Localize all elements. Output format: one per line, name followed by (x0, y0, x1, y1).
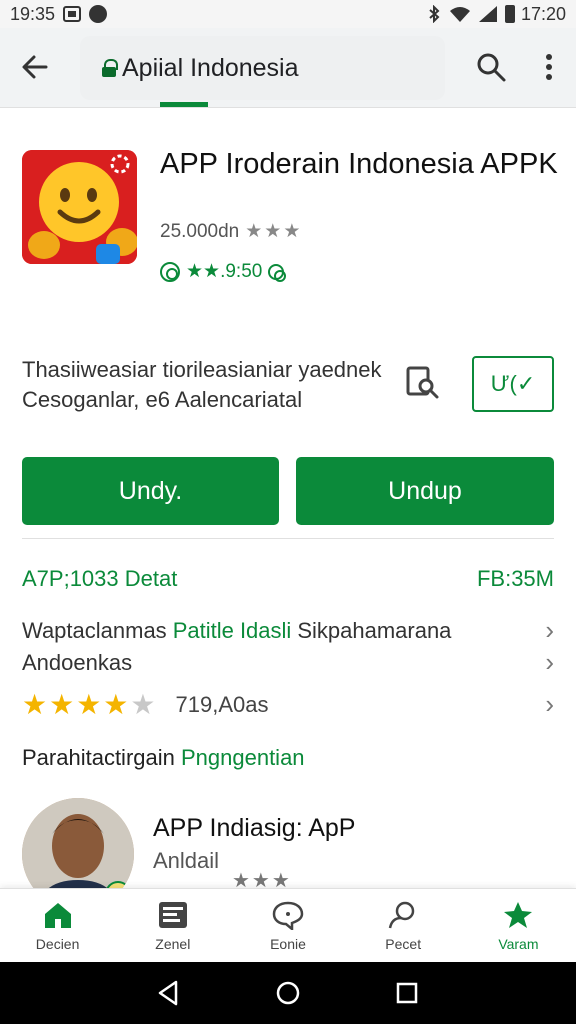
badge-line: ★★.9:50 (160, 260, 287, 283)
details-row-developer[interactable]: Waptaclanmas Patitle Idasli Sikpahamaran… (22, 615, 554, 646)
nav-label: Pecet (385, 935, 422, 952)
info-icon (268, 263, 287, 282)
nav-label: Zenel (155, 935, 191, 952)
search-icon[interactable] (474, 50, 508, 84)
back-arrow-icon[interactable] (18, 50, 52, 84)
wishlist-button[interactable]: Ư(✓ (472, 356, 554, 412)
review-subtitle: Anldail (153, 848, 220, 873)
smiley-face-icon (22, 150, 137, 264)
system-back-icon[interactable] (154, 978, 184, 1008)
nav-item-search-person[interactable]: Pecet (346, 889, 461, 962)
search-person-icon (388, 901, 415, 928)
nav-item-home[interactable]: Decien (0, 889, 115, 962)
app-bar: Apiial Indonesia (0, 28, 576, 108)
badge-icon (160, 261, 180, 282)
divider (22, 538, 554, 539)
section-highlight: Pngngentian (180, 745, 305, 770)
signal-icon (478, 6, 497, 22)
more-vert-icon[interactable] (534, 50, 564, 84)
row1-suffix: Sikpahamarana (297, 617, 452, 643)
magnify-document-icon[interactable] (402, 362, 442, 402)
app-size: FB:35M (476, 566, 554, 591)
row1-prefix: Waptaclanmas (22, 617, 167, 643)
chat-icon (272, 901, 304, 930)
nav-item-star[interactable]: Varam (461, 889, 576, 962)
review-title: APP Indiasig: ApP (153, 814, 356, 842)
search-bar[interactable]: Apiial Indonesia (80, 36, 445, 100)
rating-count: 719,A0as (175, 691, 269, 717)
screen: 19:35 17:20 Apiial Indonesia APP Irodera… (0, 0, 576, 1024)
section-prefix: Parahitactirgain (22, 745, 181, 770)
bluetooth-icon (429, 5, 440, 23)
bottom-navigation: Decien Zenel Eonie Pecet Varam (0, 888, 576, 962)
system-navigation (0, 962, 576, 1024)
tab-indicator (160, 102, 208, 107)
rating-stars: ★★★ (245, 221, 303, 242)
star-icon (504, 901, 533, 928)
nav-item-chat[interactable]: Eonie (230, 889, 345, 962)
nav-label: Varam (498, 935, 539, 952)
details-row-category[interactable]: Andoenkas › (22, 647, 554, 678)
system-home-icon[interactable] (273, 978, 303, 1008)
badge-text: ★★.9:50 (186, 261, 263, 282)
row1-highlight: Patitle Idasli (172, 617, 292, 643)
section-title: Parahitactirgain Pngngentian (22, 745, 305, 771)
battery-icon (504, 5, 515, 23)
lock-icon (102, 59, 118, 77)
nav-item-news[interactable]: Zenel (115, 889, 230, 962)
chevron-right-icon: › (545, 689, 554, 719)
status-bar: 19:35 17:20 (0, 0, 576, 28)
chevron-right-icon: › (545, 647, 554, 677)
rating-line: 25.000dn ★★★ (160, 220, 302, 243)
install-button-right[interactable]: Undup (296, 457, 554, 525)
download-count: 25.000dn (160, 220, 240, 242)
home-icon (44, 902, 71, 928)
notification-square-icon (63, 6, 82, 22)
app-icon[interactable] (22, 150, 137, 264)
wifi-icon (449, 7, 470, 22)
row2-text: Andoenkas (22, 649, 133, 675)
details-row-rating[interactable]: ★★★★★ 719,A0as › (22, 688, 554, 721)
app-version: A7P;1033 Detat (22, 566, 178, 591)
status-time-right: 17:20 (520, 3, 566, 24)
status-time-left: 19:35 (10, 3, 56, 24)
search-query: Apiial Indonesia (122, 53, 299, 82)
system-recents-icon[interactable] (392, 978, 422, 1008)
app-title: APP Iroderain Indonesia APPK (160, 148, 558, 180)
nav-label: Eonie (270, 935, 306, 952)
nav-label: Decien (35, 935, 80, 952)
install-button-left[interactable]: Undy. (22, 457, 279, 525)
notification-circle-icon (89, 5, 108, 23)
app-description: Thasiiweasiar tiorileasianiar yaednek Ce… (22, 357, 382, 412)
news-icon (158, 901, 187, 928)
chevron-right-icon: › (545, 615, 554, 645)
rating-stars-row: ★★★★★ (22, 689, 158, 720)
